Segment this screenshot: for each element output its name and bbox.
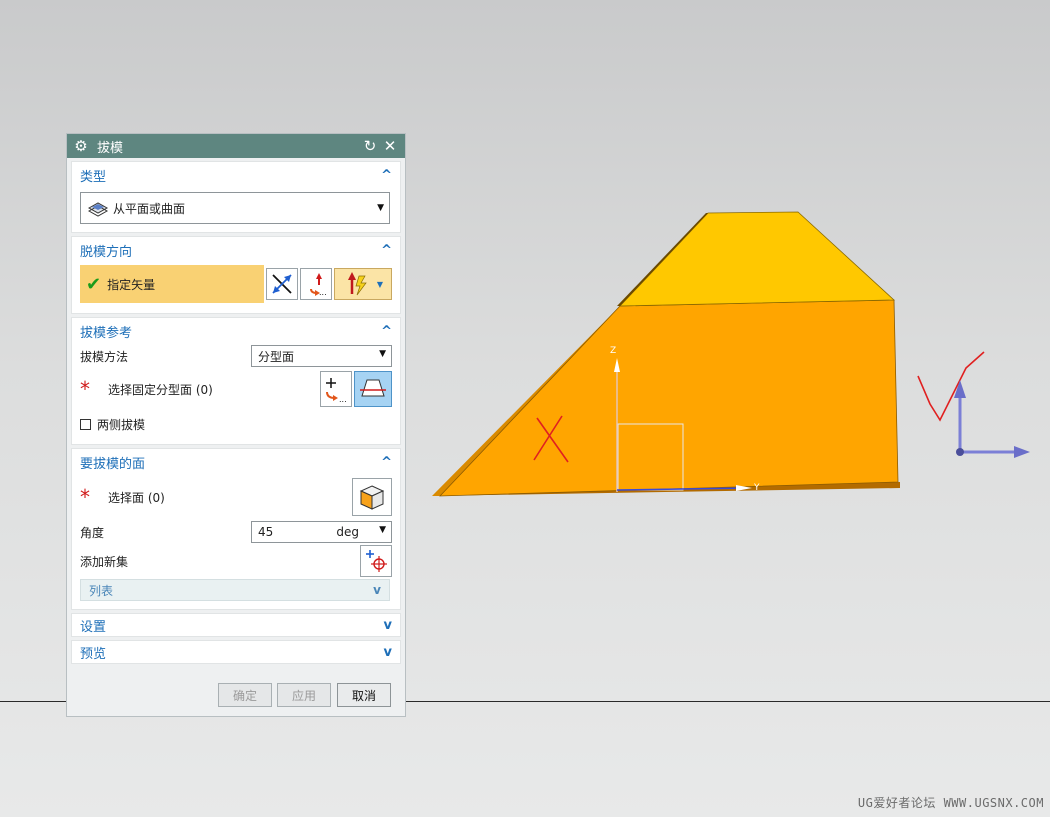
vector-dialog-icon: ... [310, 273, 327, 297]
plane-surface-icon [87, 202, 109, 217]
red-v-mark [917, 351, 985, 422]
draft-method-select[interactable]: 分型面 ▼ [251, 345, 392, 367]
cancel-button[interactable]: 取消 [337, 683, 391, 707]
chevron-up-icon: ^ [381, 167, 392, 183]
chevron-down-icon: ▼ [379, 525, 386, 535]
vector-type-button[interactable]: ▼ [334, 268, 392, 300]
type-select[interactable]: 从平面或曲面 ▼ [80, 192, 390, 224]
lightning-vector-icon [347, 272, 367, 296]
section-direction-header[interactable]: 脱模方向 ^ [72, 237, 400, 263]
close-icon[interactable]: ✕ [381, 137, 399, 155]
axis-label-y: Y [754, 483, 760, 493]
vector-dialog-button[interactable]: ... [300, 268, 332, 300]
chevron-down-icon: v [373, 583, 381, 597]
cube-face-icon [359, 485, 385, 510]
section-type-label: 类型 [80, 169, 107, 185]
parting-plane-icon [360, 379, 386, 397]
angle-unit: deg [336, 525, 359, 539]
section-preview-header[interactable]: 预览 v [72, 641, 400, 663]
chevron-down-icon: ▼ [376, 279, 384, 289]
select-parting-face-button[interactable]: ... [320, 371, 352, 407]
axis-label-z: Z [610, 346, 617, 356]
watermark: UG爱好者论坛 WWW.UGSNX.COM [857, 796, 1044, 810]
section-faces: 要拔模的面 ^ * 选择面 (0) 角度 45 deg ▼ 添加新集 列表 v [71, 448, 401, 610]
type-select-value: 从平面或曲面 [113, 201, 186, 216]
required-asterisk-icon: * [80, 377, 90, 401]
apply-button[interactable]: 应用 [277, 683, 331, 707]
angle-label: 角度 [80, 525, 105, 540]
dialog-titlebar: ⚙ 拔模 ↻ ✕ [67, 134, 405, 158]
draft-method-label: 拔模方法 [80, 349, 129, 364]
draft-dialog: ⚙ 拔模 ↻ ✕ 类型 ^ 从平面或曲面 ▼ 脱模方向 ^ ✔ 指定矢量 ...… [66, 133, 406, 717]
list-toggle[interactable]: 列表 v [80, 579, 390, 601]
section-reference: 拔模参考 ^ 拔模方法 分型面 ▼ * 选择固定分型面 (0) ... 两侧拔模 [71, 317, 401, 445]
add-new-set-button[interactable] [360, 545, 392, 577]
specify-vector-row[interactable]: ✔ 指定矢量 [80, 265, 264, 303]
select-face-button[interactable] [352, 478, 392, 516]
parting-plane-button[interactable] [354, 371, 392, 407]
reverse-direction-button[interactable] [266, 268, 298, 300]
chevron-up-icon: ^ [381, 323, 392, 339]
chevron-down-icon: v [383, 617, 392, 633]
add-set-icon [366, 550, 387, 572]
chevron-up-icon: ^ [381, 242, 392, 258]
add-selection-icon: ... [326, 378, 347, 404]
section-reference-label: 拔模参考 [80, 325, 133, 341]
list-label: 列表 [89, 583, 114, 598]
both-sides-label: 两侧拔模 [97, 417, 146, 432]
chevron-down-icon: v [383, 644, 392, 660]
angle-value: 45 [258, 525, 274, 539]
section-reference-header[interactable]: 拔模参考 ^ [72, 318, 400, 344]
ok-button[interactable]: 确定 [218, 683, 272, 707]
section-settings-label: 设置 [80, 619, 107, 635]
section-preview: 预览 v [71, 640, 401, 664]
model-front-face [439, 299, 899, 497]
add-new-set-label: 添加新集 [80, 554, 129, 569]
reverse-direction-icon [272, 274, 292, 294]
check-icon: ✔ [86, 273, 102, 295]
section-settings-header[interactable]: 设置 v [72, 614, 400, 636]
chevron-down-icon: ▼ [379, 349, 386, 359]
svg-text:...: ... [339, 395, 347, 404]
select-parting-face-label: 选择固定分型面 (0) [108, 382, 213, 397]
section-settings: 设置 v [71, 613, 401, 637]
model-top-face [619, 211, 896, 307]
section-direction: 脱模方向 ^ ✔ 指定矢量 ... ▼ [71, 236, 401, 314]
angle-input[interactable]: 45 deg ▼ [251, 521, 392, 543]
required-asterisk-icon: * [80, 485, 90, 509]
triad-y-arrow [1014, 446, 1030, 458]
select-face-label: 选择面 (0) [108, 490, 165, 505]
reset-icon[interactable]: ↻ [361, 137, 379, 155]
section-faces-header[interactable]: 要拔模的面 ^ [72, 449, 400, 475]
triad-origin [956, 448, 964, 456]
section-type-header[interactable]: 类型 ^ [72, 162, 400, 188]
draft-method-value: 分型面 [258, 349, 295, 364]
chevron-up-icon: ^ [381, 454, 392, 470]
section-type: 类型 ^ 从平面或曲面 ▼ [71, 161, 401, 233]
chevron-down-icon: ▼ [377, 203, 384, 213]
dialog-title: 拔模 [97, 140, 124, 156]
section-preview-label: 预览 [80, 646, 107, 662]
gear-icon[interactable]: ⚙ [73, 137, 89, 155]
both-sides-checkbox[interactable] [80, 418, 91, 430]
svg-text:...: ... [319, 288, 327, 297]
specify-vector-label: 指定矢量 [107, 277, 156, 292]
section-faces-label: 要拔模的面 [80, 456, 146, 472]
section-direction-label: 脱模方向 [80, 244, 133, 260]
